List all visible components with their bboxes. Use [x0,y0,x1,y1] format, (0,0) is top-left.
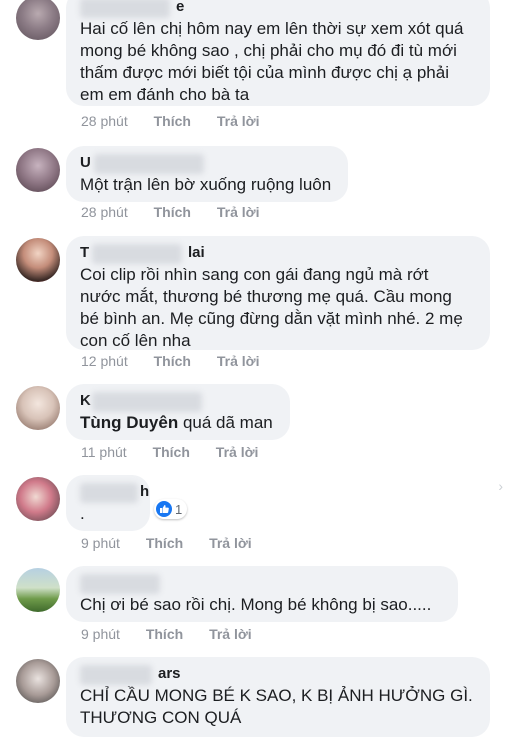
comment-bubble: K Tùng Duyên quá dã man [66,384,290,440]
comment-time[interactable]: 9 phút [81,535,120,551]
comment-author[interactable] [80,574,444,594]
comment-text: Tùng Duyên quá dã man [80,412,276,434]
avatar[interactable] [16,238,60,282]
avatar[interactable] [16,568,60,612]
comment-meta: 28 phút Thích Trả lời [81,204,281,220]
reply-link[interactable]: Trả lời [217,353,260,369]
comment-bubble: U Một trận lên bờ xuống ruộng luôn [66,146,348,202]
like-link[interactable]: Thích [146,626,183,642]
reply-link[interactable]: Trả lời [216,444,259,460]
comment-meta: 9 phút Thích Trả lời [81,535,274,551]
comment-meta: 12 phút Thích Trả lời [81,353,281,369]
comment-bubble: h . [66,475,150,531]
reply-link[interactable]: Trả lời [217,204,260,220]
comment-author[interactable]: U [80,154,334,174]
like-link[interactable]: Thích [154,113,191,129]
avatar[interactable] [16,659,60,703]
comment-author[interactable]: h [80,483,149,503]
comment-time[interactable]: 9 phút [81,626,120,642]
reaction-summary[interactable]: 1 [154,499,188,519]
comment-body: quá dã man [182,413,273,432]
avatar[interactable] [16,386,60,430]
like-link[interactable]: Thích [154,204,191,220]
reaction-count: 1 [175,501,183,517]
comment-text: Hai cố lên chị hôm nay em lên thời sự xe… [80,19,464,104]
comment-meta: 9 phút Thích Trả lời [81,626,274,642]
like-link[interactable]: Thích [153,444,190,460]
reply-link[interactable]: Trả lời [209,626,252,642]
reply-link[interactable]: Trả lời [217,113,260,129]
avatar[interactable] [16,477,60,521]
chevron-right-icon: › [498,478,503,494]
comment-time[interactable]: 12 phút [81,353,128,369]
comment-bubble: e Hai cố lên chị hôm nay em lên thời sự … [66,0,490,106]
avatar[interactable] [16,148,60,192]
comment-text: Một trận lên bờ xuống ruộng luôn [80,175,332,194]
comment-bubble: ars CHỈ CẦU MONG BÉ K SAO, K BỊ ẢNH HƯỞN… [66,657,490,737]
like-link[interactable]: Thích [154,353,191,369]
comment-time[interactable]: 28 phút [81,204,128,220]
comment-bubble: Chị ơi bé sao rồi chị. Mong bé không bị … [66,566,458,622]
comment-meta: 28 phút Thích Trả lời [81,113,281,129]
comment-meta: 11 phút Thích Trả lời [81,444,280,460]
comment-author[interactable]: K [80,392,276,412]
comment-bubble: T lai Coi clip rồi nhìn sang con gái đan… [66,236,490,350]
thumbs-up-icon [156,501,172,517]
mentioned-name[interactable]: Tùng Duyên [80,413,178,432]
reply-link[interactable]: Trả lời [209,535,252,551]
like-link[interactable]: Thích [146,535,183,551]
comment-text: Coi clip rồi nhìn sang con gái đang ngủ … [80,265,463,350]
comment-time[interactable]: 28 phút [81,113,128,129]
comment-text: . [80,504,85,523]
comment-author[interactable]: T lai [80,244,476,264]
comment-author[interactable]: e [80,0,476,18]
comment-text: CHỈ CẦU MONG BÉ K SAO, K BỊ ẢNH HƯỞNG GÌ… [80,686,473,727]
avatar[interactable] [16,0,60,40]
comment-text: Chị ơi bé sao rồi chị. Mong bé không bị … [80,595,432,614]
comment-author[interactable]: ars [80,665,476,685]
comment-time[interactable]: 11 phút [81,444,127,460]
